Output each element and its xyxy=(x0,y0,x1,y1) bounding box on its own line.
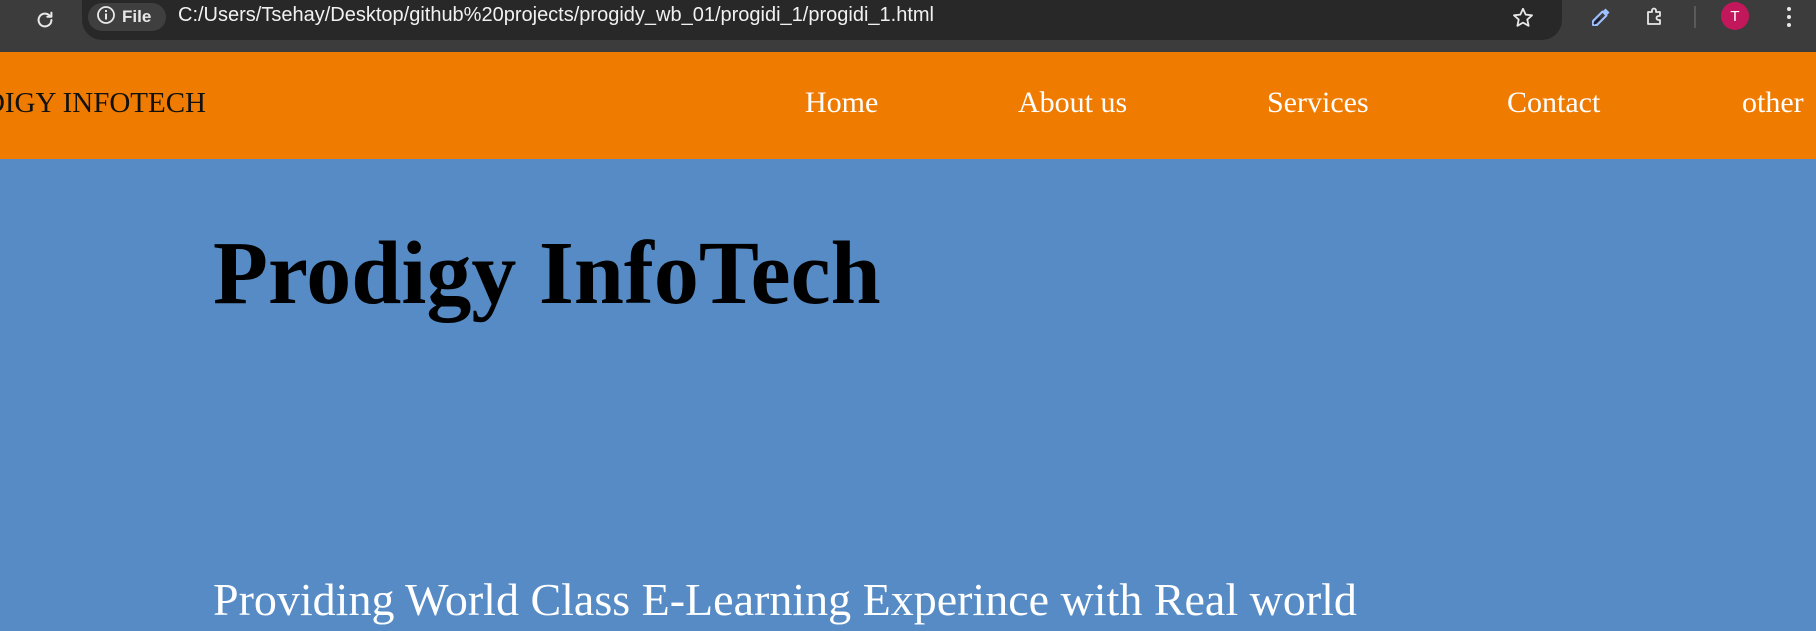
reload-icon[interactable] xyxy=(30,5,60,35)
toolbar-divider xyxy=(1694,6,1696,28)
url-text[interactable]: C:/Users/Tsehay/Desktop/github%20project… xyxy=(178,4,934,27)
nav-link-contact[interactable]: Contact xyxy=(1507,86,1600,120)
hero-subtitle: Providing World Class E-Learning Experin… xyxy=(213,574,1357,625)
site-chip-label: File xyxy=(122,7,152,26)
nav-link-other[interactable]: other xyxy=(1742,86,1804,120)
profile-initial: T xyxy=(1730,7,1740,25)
menu-kebab-icon[interactable] xyxy=(1776,2,1802,32)
address-bar[interactable]: File C:/Users/Tsehay/Desktop/github%20pr… xyxy=(82,0,1562,40)
info-icon xyxy=(96,5,116,30)
nav-link-home[interactable]: Home xyxy=(805,86,878,120)
eyedropper-icon[interactable] xyxy=(1586,2,1616,32)
browser-toolbar: File C:/Users/Tsehay/Desktop/github%20pr… xyxy=(0,0,1816,52)
bookmark-star-icon[interactable] xyxy=(1508,3,1538,33)
nav-link-about-us[interactable]: About us xyxy=(1018,86,1127,120)
site-info-chip[interactable]: File xyxy=(88,3,166,31)
hero-section: Prodigy InfoTech Providing World Class E… xyxy=(0,159,1816,631)
extensions-puzzle-icon[interactable] xyxy=(1640,2,1670,32)
profile-avatar[interactable]: T xyxy=(1721,2,1749,30)
hero-title: Prodigy InfoTech xyxy=(213,224,881,323)
brand-logo-text[interactable]: ODIGY INFOTECH xyxy=(0,87,206,120)
nav-link-services[interactable]: Services xyxy=(1267,86,1369,120)
site-navbar: ODIGY INFOTECH Home About us Services Co… xyxy=(0,52,1816,159)
